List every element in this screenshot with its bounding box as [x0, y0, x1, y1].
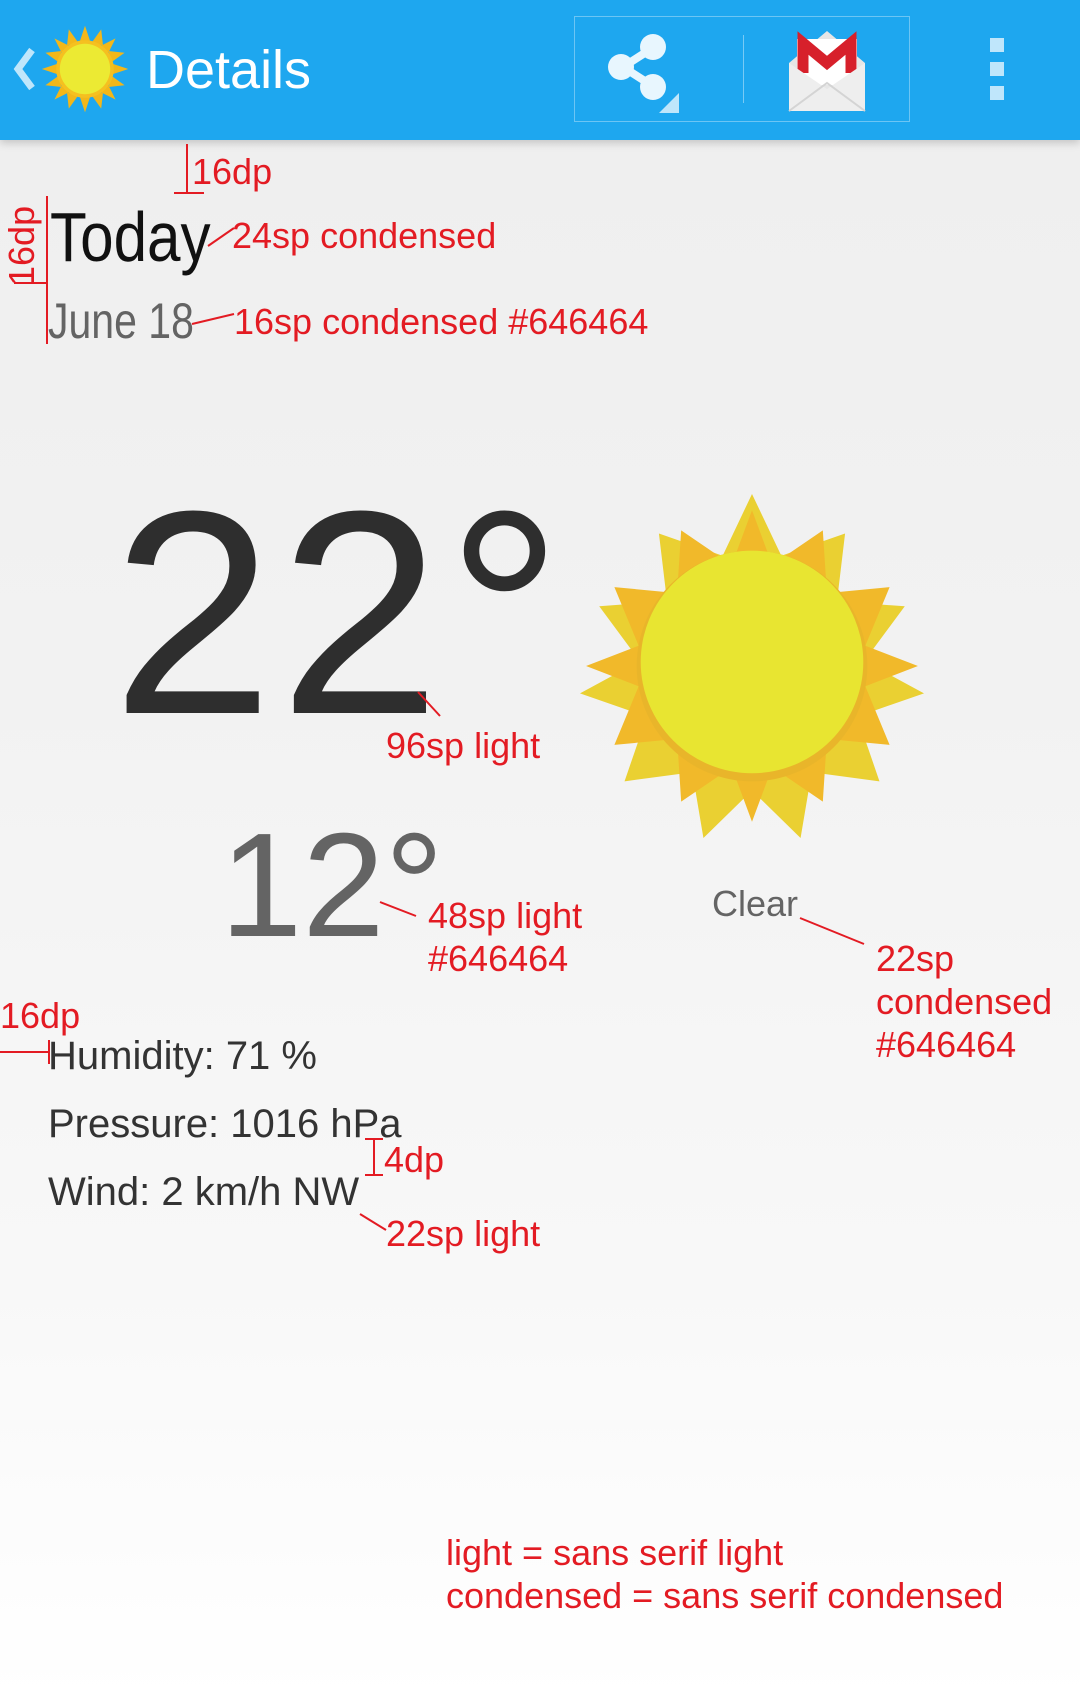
chevron-left-icon[interactable]: [12, 44, 38, 94]
details-margin-annotation: 16dp: [0, 995, 81, 1036]
margin-marker: [0, 1051, 50, 1053]
day-spec-annotation: 24sp condensed: [232, 215, 497, 256]
spacing-annotation: 4dp: [384, 1139, 445, 1180]
dot: [990, 62, 1004, 76]
wind-label: Wind: 2 km/h NW: [48, 1170, 360, 1214]
leader-line: [191, 313, 235, 325]
action-bar-title: Details: [146, 40, 312, 100]
leader-line: [799, 917, 865, 945]
overflow-menu-icon[interactable]: [960, 30, 1032, 110]
condition-spec-annotation-3: #646464: [876, 1024, 1017, 1065]
low-spec-annotation-2: #646464: [428, 938, 569, 979]
sun-icon: [580, 494, 924, 838]
condition-spec-annotation-1: 22sp: [876, 938, 955, 979]
humidity-label: Humidity: 71 %: [48, 1034, 317, 1078]
sun-icon[interactable]: [40, 24, 130, 114]
left-margin-annotation: 16dp: [1, 205, 42, 286]
action-button-group: [574, 16, 910, 122]
action-bar: Details: [0, 0, 1080, 140]
dot: [990, 38, 1004, 52]
high-temperature: 22°: [112, 451, 569, 775]
high-spec-annotation: 96sp light: [386, 725, 541, 766]
share-button[interactable]: [575, 17, 743, 121]
low-temperature: 12°: [220, 803, 444, 968]
share-icon: [608, 34, 679, 113]
margin-marker: [48, 1040, 50, 1064]
pressure-label: Pressure: 1016 hPa: [48, 1102, 402, 1146]
margin-marker: [186, 144, 188, 194]
divider: [743, 35, 744, 103]
margin-marker: [174, 192, 204, 194]
legend-line-1: light = sans serif light: [446, 1532, 784, 1573]
spacing-marker: [365, 1174, 383, 1176]
low-spec-annotation-1: 48sp light: [428, 895, 583, 936]
gmail-button[interactable]: [745, 17, 909, 121]
margin-marker: [46, 196, 48, 344]
details-spec-annotation: 22sp light: [386, 1213, 541, 1254]
leader-line: [417, 691, 441, 717]
gmail-icon: [788, 31, 866, 112]
date-label: June 18: [48, 293, 194, 349]
dot: [990, 86, 1004, 100]
day-label: Today: [50, 198, 211, 276]
condition-label: Clear: [712, 883, 799, 924]
leader-line: [359, 1213, 387, 1231]
top-margin-annotation: 16dp: [192, 151, 273, 192]
legend-line-2: condensed = sans serif condensed: [446, 1575, 1004, 1616]
spacing-marker: [373, 1138, 375, 1176]
leader-line: [379, 901, 417, 917]
condition-spec-annotation-2: condensed: [876, 981, 1053, 1022]
spacing-marker: [365, 1138, 383, 1140]
date-spec-annotation: 16sp condensed #646464: [234, 301, 649, 342]
